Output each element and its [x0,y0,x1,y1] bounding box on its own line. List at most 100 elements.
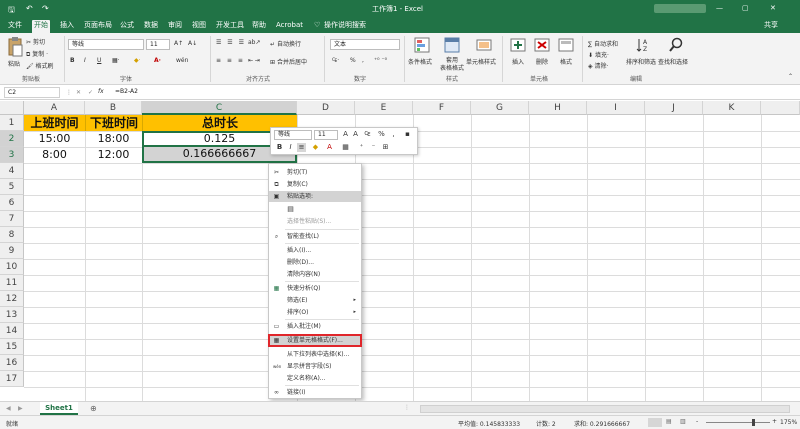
row-header-3[interactable]: 3 [0,147,24,163]
mini-comma-button[interactable]: , [389,130,398,139]
tab-review[interactable]: 审阅 [166,20,184,33]
fill-color-icon[interactable]: ◆· [134,57,141,64]
currency-icon[interactable]: ₠· [332,57,339,64]
menu-item-delete[interactable]: 删除(D)... [269,257,361,268]
row-header-6[interactable]: 6 [0,195,24,211]
row-header-7[interactable]: 7 [0,211,24,227]
mini-font-select[interactable]: 等线 [274,130,312,140]
maximize-icon[interactable]: ▢ [742,4,749,12]
autosum-button[interactable]: ∑ 自动求和 [588,39,618,48]
font-size-select[interactable]: 11 [146,39,170,50]
delete-cells-label[interactable]: 删除 [536,57,548,66]
format-cells-ribbon-icon[interactable] [558,37,574,53]
column-header-a[interactable]: A [24,101,85,115]
tab-file[interactable]: 文件 [6,20,24,33]
menu-item-define-name[interactable]: 定义名称(A)... [269,373,361,384]
tab-insert[interactable]: 插入 [58,20,76,33]
save-icon[interactable]: 🖫 [8,4,15,18]
mini-increase-decimal-icon[interactable]: ⁺ [357,143,366,152]
tab-acrobat[interactable]: Acrobat [274,20,305,33]
mini-italic-button[interactable]: I [286,143,295,152]
mini-currency-icon[interactable]: ₠ [363,130,372,139]
mini-decrease-decimal-icon[interactable]: ⁻ [369,143,378,152]
paste-icon[interactable] [7,37,23,57]
row-header-1[interactable]: 1 [0,115,24,131]
menu-item-insert[interactable]: 插入(I)... [269,245,361,256]
mini-font-color-icon[interactable]: A [325,143,334,152]
mini-align-center-icon[interactable]: ≡ [297,143,306,152]
cancel-icon[interactable]: ✕ [76,89,81,96]
tell-me-search[interactable]: 操作说明搜索 [322,20,368,33]
format-cells-label[interactable]: 格式 [560,57,572,66]
valign-icons[interactable]: ☰ ☰ ☰ [216,39,246,46]
percent-button[interactable]: % [350,57,356,64]
orientation-icon[interactable]: ab↗ [248,39,261,46]
close-icon[interactable]: ✕ [770,4,776,12]
sheet-tab-sheet1[interactable]: Sheet1 [40,402,78,415]
cut-button[interactable]: ✂ 剪切 [26,37,45,46]
redo-icon[interactable]: ↷ [42,4,49,13]
number-format-select[interactable]: 文本 [330,39,400,50]
cell-styles-icon[interactable] [476,37,492,53]
mini-fill-color-icon[interactable]: ◆ [311,143,320,152]
indent-icons[interactable]: ⇤ ⇥ [248,57,260,64]
column-header-k[interactable]: K [703,101,761,115]
underline-button[interactable]: U [97,57,101,64]
halign-icons[interactable]: ≡ ≡ ≡ [216,57,245,64]
mini-bold-button[interactable]: B [275,143,284,152]
mini-format-painter-icon[interactable]: ▪ [403,130,412,139]
zoom-slider[interactable] [706,422,770,423]
comma-button[interactable]: , [362,57,364,64]
format-table-icon[interactable] [444,37,460,53]
page-break-view-icon[interactable]: ▥ [680,418,686,425]
cell-styles-label[interactable]: 单元格样式 [466,57,496,66]
tab-help[interactable]: 帮助 [250,20,268,33]
menu-item-paste-options[interactable]: ▣ 粘贴选项: [269,191,361,202]
account-area[interactable] [654,4,706,13]
horizontal-scrollbar[interactable] [420,405,790,413]
font-name-select[interactable]: 等线 [68,39,144,50]
menu-item-phonetic[interactable]: wén 显示拼音字段(S) [269,361,361,372]
row-header-12[interactable]: 12 [0,291,24,307]
select-all-corner[interactable] [0,101,24,115]
row-header-5[interactable]: 5 [0,179,24,195]
row-header-8[interactable]: 8 [0,227,24,243]
sort-filter-icon[interactable]: AZ [636,37,652,53]
tab-developer[interactable]: 开发工具 [214,20,246,33]
column-header-g[interactable]: G [471,101,529,115]
font-color-icon[interactable]: A· [154,57,161,64]
menu-item-paste-option[interactable]: ▤ [269,204,361,215]
format-painter-button[interactable]: 🖌 格式刷 [26,61,54,70]
column-header-c[interactable]: C [142,101,297,115]
tab-data[interactable]: 数据 [142,20,160,33]
menu-item-copy[interactable]: ⧉ 复制(C) [269,179,361,190]
row-header-17[interactable]: 17 [0,371,24,387]
decimal-icons[interactable]: ⁺⁰ ⁻⁰ [374,57,387,64]
column-header-f[interactable]: F [413,101,471,115]
conditional-format-label[interactable]: 条件格式 [408,57,432,66]
collapse-ribbon-icon[interactable]: ⌃ [788,73,793,80]
sheet-options-icon[interactable]: ⋮ [404,404,410,411]
row-header-14[interactable]: 14 [0,323,24,339]
cell-a3[interactable]: 8:00 [24,147,85,163]
row-header-4[interactable]: 4 [0,163,24,179]
zoom-level[interactable]: 175% [780,419,797,426]
tab-view[interactable]: 视图 [190,20,208,33]
menu-item-format-cells[interactable]: ▦ 设置单元格格式(F)... [268,334,362,347]
column-header-j[interactable]: J [645,101,703,115]
wrap-text-button[interactable]: ↵ 自动换行 [270,39,301,48]
zoom-in-button[interactable]: + [772,418,777,425]
find-select-icon[interactable] [668,37,684,53]
insert-cells-label[interactable]: 插入 [512,57,524,66]
zoom-out-button[interactable]: - [696,418,698,425]
column-header-h[interactable]: H [529,101,587,115]
mini-shrink-font-icon[interactable]: A [351,130,360,139]
share-button[interactable]: 共享 [762,20,780,33]
fx-icon[interactable]: fx [98,88,104,95]
font-grow-button[interactable]: A↑ [174,40,183,47]
mini-merge-icon[interactable]: ⊞ [381,143,390,152]
page-layout-view-icon[interactable]: ▤ [666,418,672,425]
tab-page-layout[interactable]: 页面布局 [82,20,114,33]
column-header-b[interactable]: B [85,101,142,115]
cell-a1[interactable]: 上班时间 [24,115,85,131]
